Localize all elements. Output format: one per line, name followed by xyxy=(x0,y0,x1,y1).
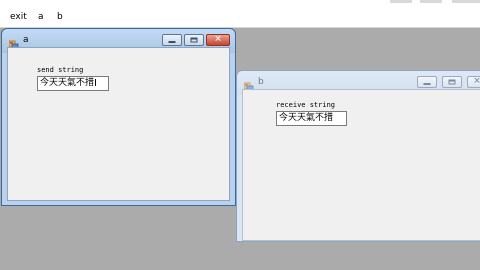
window-b-minimize-button[interactable] xyxy=(417,76,437,88)
window-a-close-button[interactable]: ✕ xyxy=(206,34,230,46)
window-a-client-area: send string 今天天氣不措 I xyxy=(7,47,230,201)
parent-close-button[interactable] xyxy=(452,0,480,3)
window-b-client-area: receive string 今天天氣不措 xyxy=(242,89,480,241)
child-window-b: b ✕ receive string 今天天氣不措 xyxy=(236,70,480,242)
menu-item-b[interactable]: b xyxy=(57,10,63,24)
window-b-close-button[interactable]: ✕ xyxy=(467,76,480,88)
maximize-icon xyxy=(448,79,456,85)
window-b-maximize-button[interactable] xyxy=(442,76,462,88)
window-app-icon xyxy=(8,35,19,50)
text-cursor-icon: I xyxy=(94,78,97,89)
window-b-title: b xyxy=(258,77,264,87)
close-icon: ✕ xyxy=(473,76,480,87)
maximize-icon xyxy=(190,37,198,43)
receive-string-input[interactable]: 今天天氣不措 xyxy=(276,111,347,126)
window-app-icon xyxy=(243,77,254,92)
parent-minimize-button[interactable] xyxy=(390,0,412,3)
minimize-icon xyxy=(423,83,431,85)
window-a-title: a xyxy=(23,35,29,45)
send-string-label: send string xyxy=(37,66,84,74)
parent-caption-buttons xyxy=(380,0,480,3)
send-string-input[interactable]: 今天天氣不措 xyxy=(37,76,109,91)
menu-item-exit[interactable]: exit xyxy=(10,10,27,24)
window-a-maximize-button[interactable] xyxy=(184,34,204,46)
child-window-a: a ✕ send string 今天天氣不措 I xyxy=(1,28,236,206)
menu-bar: exit a b xyxy=(0,8,480,28)
close-icon: ✕ xyxy=(214,34,222,45)
minimize-icon xyxy=(168,41,176,43)
receive-string-label: receive string xyxy=(276,101,336,109)
window-a-minimize-button[interactable] xyxy=(162,34,182,46)
menu-item-a[interactable]: a xyxy=(38,10,44,24)
parent-maximize-button[interactable] xyxy=(420,0,442,3)
